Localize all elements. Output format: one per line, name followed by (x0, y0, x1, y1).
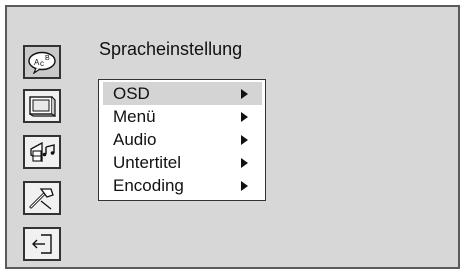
chevron-right-icon (241, 158, 248, 168)
menu-item-label: Audio (113, 130, 157, 149)
exit-icon (32, 234, 52, 254)
osd-screen: A c B Spracheinstellung OSD Menü Audio U… (5, 5, 460, 269)
tv-screen-icon (29, 96, 56, 118)
sidebar-item-picture[interactable] (23, 89, 61, 123)
menu-item-audio[interactable]: Audio (103, 128, 262, 151)
menu-item-label: Encoding (113, 176, 184, 195)
chevron-right-icon (241, 112, 248, 122)
sidebar-item-audio[interactable] (23, 135, 61, 169)
page-title: Spracheinstellung (99, 39, 243, 59)
menu-item-label: OSD (113, 84, 150, 103)
svg-text:c: c (40, 59, 44, 68)
sidebar-item-exit[interactable] (23, 227, 61, 261)
speaker-music-icon (30, 141, 55, 163)
menu-item-osd[interactable]: OSD (103, 82, 262, 105)
sidebar-item-settings[interactable] (23, 181, 61, 215)
menu-item-menu[interactable]: Menü (103, 105, 262, 128)
menu-item-label: Untertitel (113, 153, 182, 172)
menu-item-encoding[interactable]: Encoding (103, 174, 262, 197)
chevron-right-icon (241, 135, 248, 145)
chevron-right-icon (241, 181, 248, 191)
language-abc-icon: A c B (28, 51, 56, 74)
svg-text:B: B (45, 55, 50, 62)
submenu: OSD Menü Audio Untertitel Encoding (98, 79, 266, 201)
menu-item-subtitles[interactable]: Untertitel (103, 151, 262, 174)
sidebar-item-language[interactable]: A c B (23, 45, 61, 79)
menu-item-label: Menü (113, 107, 156, 126)
chevron-right-icon (241, 89, 248, 99)
tools-wrench-icon (29, 188, 54, 210)
